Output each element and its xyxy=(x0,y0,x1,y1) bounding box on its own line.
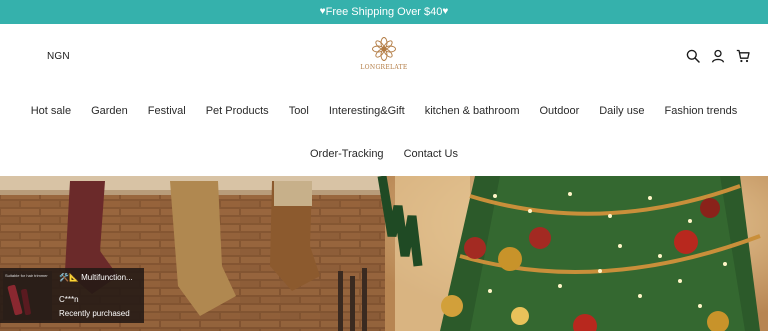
flower-logo-icon xyxy=(372,37,396,61)
main-navigation: Hot sale Garden Festival Pet Products To… xyxy=(0,90,768,176)
site-logo[interactable]: LONGRELATE xyxy=(356,36,412,76)
popup-product-name: 🛠️📐 Multifunction... xyxy=(59,273,133,282)
search-icon[interactable] xyxy=(685,48,700,63)
nav-item-order-tracking[interactable]: Order-Tracking xyxy=(310,148,384,160)
cart-icon[interactable] xyxy=(735,48,750,63)
currency-selector[interactable]: NGN xyxy=(47,51,70,62)
popup-status: Recently purchased xyxy=(59,309,130,318)
popup-customer-name: C***n xyxy=(59,295,79,304)
recent-purchase-popup[interactable]: Suitable for hair trimmer 🛠️📐 Multifunct… xyxy=(0,268,144,323)
nav-row-secondary: Order-Tracking Contact Us xyxy=(0,148,768,160)
site-header: NGN LONGRELATE xyxy=(0,24,768,90)
account-icon[interactable] xyxy=(710,48,725,63)
nav-item-fashion-trends[interactable]: Fashion trends xyxy=(664,105,737,117)
nav-item-garden[interactable]: Garden xyxy=(91,105,128,117)
nav-item-outdoor[interactable]: Outdoor xyxy=(539,105,579,117)
logo-text: LONGRELATE xyxy=(360,64,408,71)
nav-item-pet-products[interactable]: Pet Products xyxy=(206,105,269,117)
announcement-text: Free Shipping Over $40 xyxy=(325,6,443,18)
header-icons xyxy=(685,48,750,63)
nav-item-festival[interactable]: Festival xyxy=(148,105,186,117)
product-thumbnail: Suitable for hair trimmer xyxy=(3,271,52,320)
nav-item-kitchen-bathroom[interactable]: kitchen & bathroom xyxy=(425,105,520,117)
nav-row-primary: Hot sale Garden Festival Pet Products To… xyxy=(0,105,768,117)
nav-item-interesting-gift[interactable]: Interesting&Gift xyxy=(329,105,405,117)
nav-item-daily-use[interactable]: Daily use xyxy=(599,105,644,117)
nav-item-tool[interactable]: Tool xyxy=(289,105,309,117)
nav-item-contact-us[interactable]: Contact Us xyxy=(404,148,458,160)
thumbnail-label: Suitable for hair trimmer xyxy=(5,273,48,278)
announcement-bar: ♥ Free Shipping Over $40 ♥ xyxy=(0,0,768,24)
heart-icon: ♥ xyxy=(442,6,449,17)
nav-item-hot-sale[interactable]: Hot sale xyxy=(31,105,71,117)
